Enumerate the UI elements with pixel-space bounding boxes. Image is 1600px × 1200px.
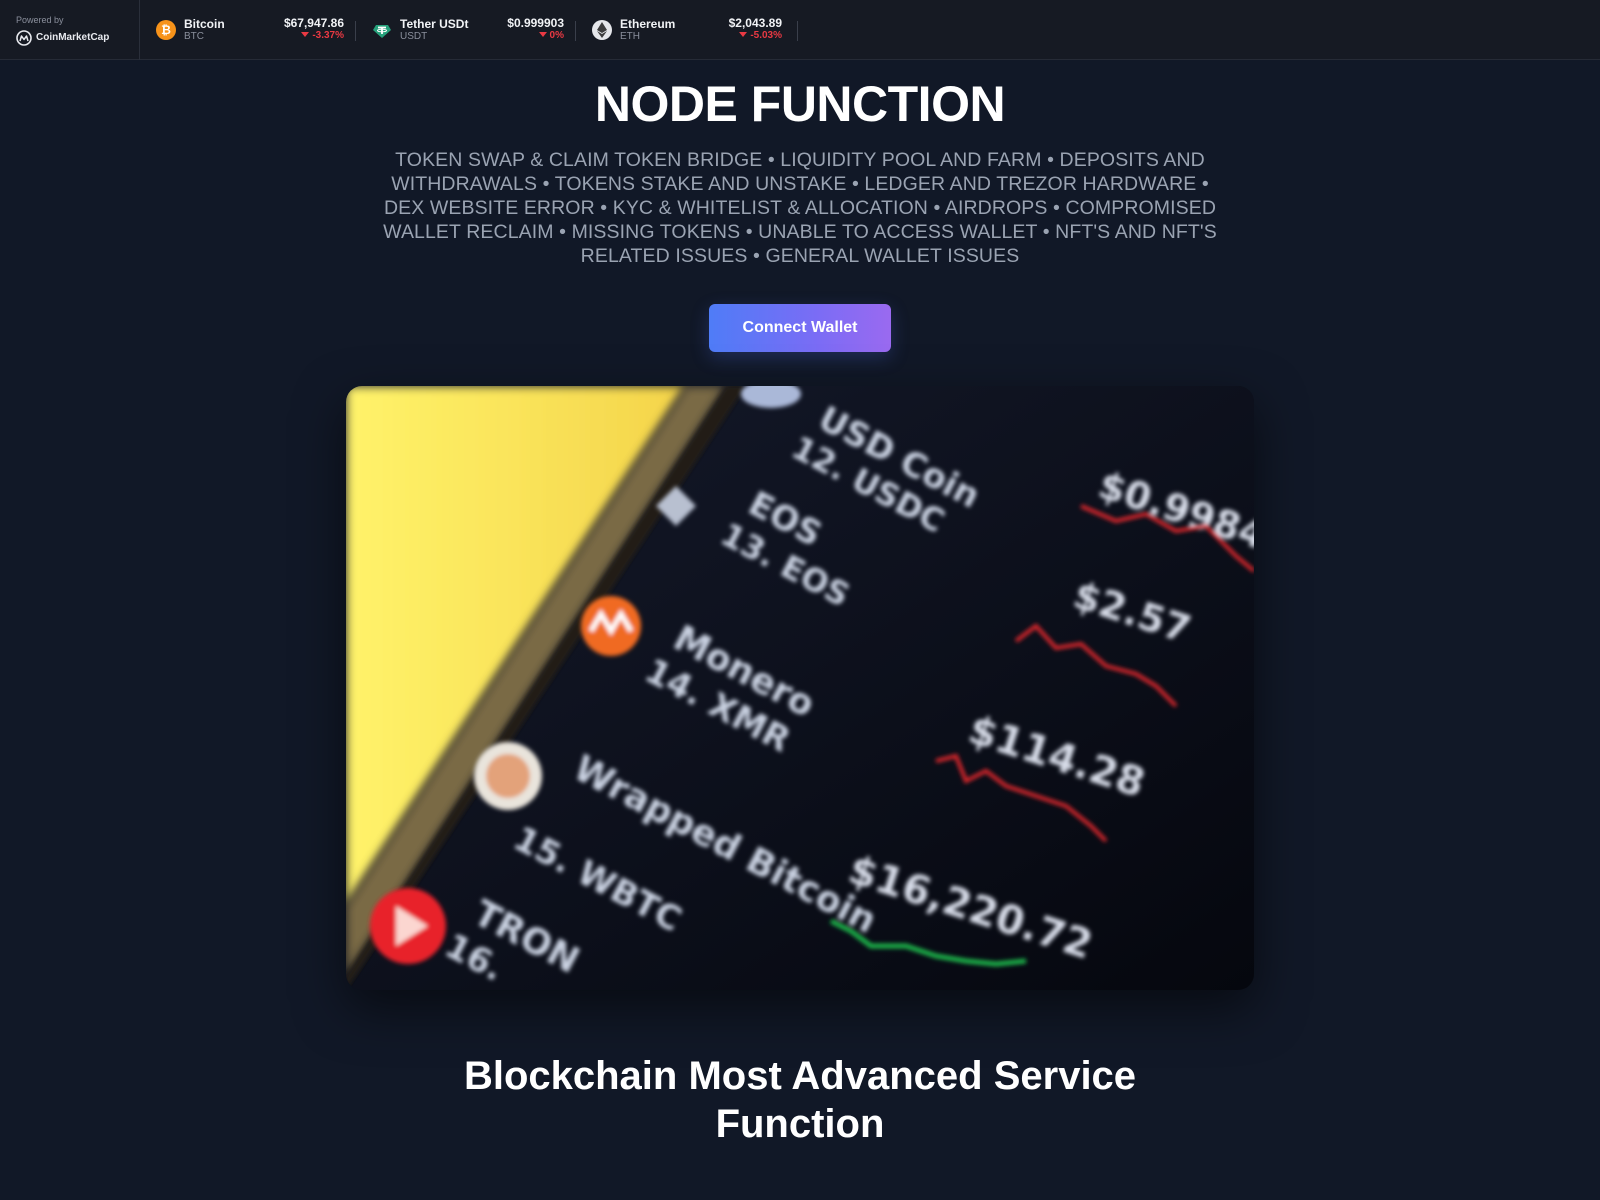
bitcoin-icon: ₿ xyxy=(156,19,176,40)
connect-wallet-button[interactable]: Connect Wallet xyxy=(709,304,891,352)
coin-price: $0.999903 xyxy=(507,15,564,30)
tether-icon xyxy=(372,20,392,40)
coin-symbol: BTC xyxy=(184,30,204,42)
ticker-divider xyxy=(575,20,576,41)
down-triangle-icon xyxy=(301,31,310,37)
ticker-item-tether[interactable]: Tether USDt USDT $0.999903 0% xyxy=(372,0,576,60)
coinmarketcap-icon xyxy=(16,29,32,46)
powered-by-block[interactable]: Powered by CoinMarketCap xyxy=(0,0,140,60)
crypto-prices-photo: USD Coin 12. USDC $0.9984 EOS 13. EOS $2… xyxy=(346,386,1254,990)
ethereum-icon xyxy=(592,19,612,40)
powered-by-label: Powered by xyxy=(16,14,64,25)
coin-symbol: USDT xyxy=(400,30,428,42)
coin-symbol: ETH xyxy=(620,30,640,42)
services-list: TOKEN SWAP & CLAIM TOKEN BRIDGE • LIQUID… xyxy=(383,149,1217,267)
down-triangle-icon xyxy=(739,31,748,37)
coinmarketcap-brand[interactable]: CoinMarketCap xyxy=(16,29,139,46)
ticker-divider xyxy=(355,20,356,41)
ticker-item-ethereum[interactable]: Ethereum ETH $2,043.89 -5.03% xyxy=(592,0,798,60)
brand-name: CoinMarketCap xyxy=(36,32,110,43)
coin-price: $67,947.86 xyxy=(283,15,344,30)
ticker-divider xyxy=(797,20,798,41)
coin-name: Ethereum xyxy=(620,16,676,31)
price-ticker: Powered by CoinMarketCap ₿ Bitcoin BTC $… xyxy=(0,0,1600,60)
coin-change: 0% xyxy=(507,30,564,42)
section-heading: Blockchain Most Advanced Service Functio… xyxy=(463,1054,1137,1146)
coin-name: Tether USDt xyxy=(400,16,469,31)
down-triangle-icon xyxy=(538,31,547,37)
coin-name: Bitcoin xyxy=(184,16,225,31)
coin-change: -3.37% xyxy=(284,30,344,42)
coin-change: -5.03% xyxy=(729,30,782,42)
page-title: NODE FUNCTION xyxy=(594,76,1006,132)
coin-price: $2,043.89 xyxy=(728,15,782,30)
ticker-item-bitcoin[interactable]: ₿ Bitcoin BTC $67,947.86 -3.37% xyxy=(156,0,356,60)
